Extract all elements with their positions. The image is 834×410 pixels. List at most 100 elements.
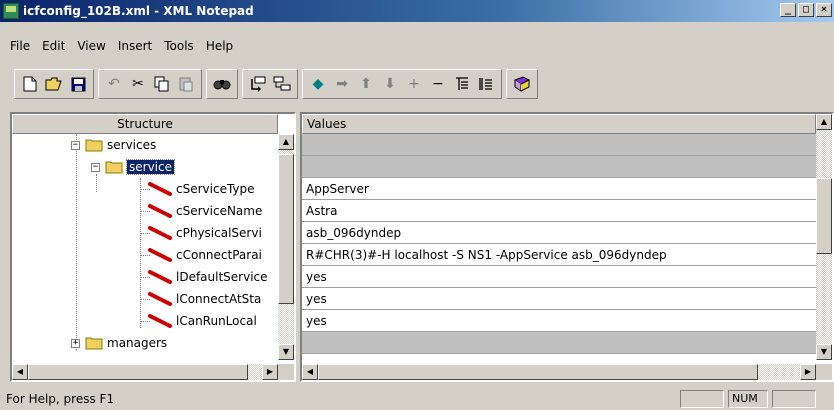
values-vertical-scrollbar[interactable]: ▲ ▼: [816, 114, 832, 360]
structure-vertical-scrollbar[interactable]: ▲ ▼: [278, 134, 294, 360]
tree-node-label: services: [107, 138, 157, 152]
minimize-button[interactable]: _: [780, 3, 796, 17]
scroll-corner: [278, 364, 294, 380]
scroll-thumb[interactable]: [816, 178, 832, 254]
close-button[interactable]: ×: [816, 3, 832, 17]
scroll-up-arrow-icon[interactable]: ▲: [816, 114, 832, 130]
num-lock-indicator: NUM: [728, 390, 768, 408]
values-column-header[interactable]: Values: [302, 114, 816, 134]
structure-column-header[interactable]: Structure: [12, 114, 278, 134]
scroll-down-arrow-icon[interactable]: ▼: [278, 344, 294, 360]
menu-edit[interactable]: Edit: [36, 39, 71, 53]
insert-child-icon[interactable]: [270, 72, 294, 96]
status-text: For Help, press F1: [6, 392, 115, 406]
help-book-icon[interactable]: [510, 72, 534, 96]
menu-help[interactable]: Help: [200, 39, 239, 53]
open-folder-icon[interactable]: [42, 72, 66, 96]
save-icon[interactable]: [66, 72, 90, 96]
value-row[interactable]: AppServer: [302, 178, 816, 200]
scroll-left-arrow-icon[interactable]: ◀: [302, 364, 318, 380]
undo-icon[interactable]: ↶: [102, 72, 126, 96]
attribute-icon: [148, 182, 172, 196]
title-bar[interactable]: icfconfig_102B.xml - XML Notepad _ □ ×: [0, 0, 834, 22]
menu-bar: File Edit View Insert Tools Help: [0, 36, 834, 56]
tree-node-attribute[interactable]: lConnectAtSta: [148, 288, 286, 310]
structure-tree[interactable]: − services − service cServiceType cServi…: [12, 134, 278, 360]
scroll-thumb[interactable]: [318, 364, 758, 380]
value-row[interactable]: yes: [302, 310, 816, 332]
value-row[interactable]: [302, 332, 816, 354]
collapse-all-icon[interactable]: [474, 72, 498, 96]
scroll-down-arrow-icon[interactable]: ▼: [816, 344, 832, 360]
find-icon[interactable]: [210, 72, 234, 96]
tree-node-attribute[interactable]: cServiceName: [148, 200, 286, 222]
menu-tools[interactable]: Tools: [158, 39, 200, 53]
structure-horizontal-scrollbar[interactable]: ◀ ▶: [12, 364, 278, 380]
menu-insert[interactable]: Insert: [112, 39, 158, 53]
scroll-thumb[interactable]: [278, 154, 294, 304]
attribute-icon: [148, 248, 172, 262]
arrow-left-icon[interactable]: ◆: [306, 72, 330, 96]
copy-icon[interactable]: [150, 72, 174, 96]
maximize-button[interactable]: □: [798, 3, 814, 17]
expand-plus-icon[interactable]: +: [402, 72, 426, 96]
scroll-up-arrow-icon[interactable]: ▲: [278, 134, 294, 150]
value-row[interactable]: yes: [302, 266, 816, 288]
new-file-icon[interactable]: [18, 72, 42, 96]
collapse-minus-icon[interactable]: −: [426, 72, 450, 96]
tree-node-label-selected: service: [126, 159, 175, 175]
tree-node-label: managers: [107, 336, 168, 350]
status-bar: For Help, press F1 NUM: [0, 388, 834, 410]
navigate-toolbar-group: ◆ ➡ ⬆ ⬇ + −: [302, 69, 502, 99]
arrow-right-icon[interactable]: ➡: [330, 72, 354, 96]
status-indicator-empty: [772, 390, 816, 408]
tree-node-label: cConnectParai: [176, 248, 262, 262]
tree-node-label: cServiceType: [176, 182, 255, 196]
scroll-left-arrow-icon[interactable]: ◀: [12, 364, 28, 380]
scroll-thumb[interactable]: [28, 364, 248, 380]
menu-view[interactable]: View: [71, 39, 111, 53]
value-row[interactable]: [302, 134, 816, 156]
tree-node-attribute[interactable]: lCanRunLocal: [148, 310, 286, 332]
tree-node-label: lConnectAtSta: [176, 292, 262, 306]
structure-pane[interactable]: Structure − services − service cServiceT…: [10, 112, 296, 382]
help-toolbar-group: [506, 69, 538, 99]
value-row[interactable]: [302, 156, 816, 178]
cut-icon[interactable]: ✂: [126, 72, 150, 96]
tree-node-attribute[interactable]: lDefaultService: [148, 266, 286, 288]
values-pane[interactable]: Values AppServer Astra asb_096dyndep R#C…: [300, 112, 834, 382]
xml-notepad-app-icon[interactable]: [3, 3, 19, 19]
tree-node-managers[interactable]: + managers: [71, 332, 167, 354]
scroll-right-arrow-icon[interactable]: ▶: [800, 364, 816, 380]
expand-all-icon[interactable]: [450, 72, 474, 96]
edit-toolbar-group: ↶ ✂: [98, 69, 202, 99]
status-indicator-empty: [680, 390, 724, 408]
arrow-down-icon[interactable]: ⬇: [378, 72, 402, 96]
value-row[interactable]: yes: [302, 288, 816, 310]
value-row[interactable]: R#CHR(3)#-H localhost -S NS1 -AppService…: [302, 244, 816, 266]
value-row[interactable]: Astra: [302, 200, 816, 222]
tree-node-attribute[interactable]: cConnectParai: [148, 244, 286, 266]
values-grid[interactable]: AppServer Astra asb_096dyndep R#CHR(3)#-…: [302, 134, 816, 354]
insert-element-icon[interactable]: [246, 72, 270, 96]
arrow-up-icon[interactable]: ⬆: [354, 72, 378, 96]
scroll-right-arrow-icon[interactable]: ▶: [262, 364, 278, 380]
tree-node-service[interactable]: − service: [91, 156, 175, 178]
window-title: icfconfig_102B.xml - XML Notepad: [23, 4, 254, 18]
expand-toggle-icon[interactable]: +: [71, 338, 80, 348]
attribute-icon: [148, 204, 172, 218]
tree-node-label: cPhysicalServi: [176, 226, 262, 240]
tree-node-services[interactable]: − services: [71, 134, 156, 156]
collapse-toggle-icon[interactable]: −: [71, 140, 80, 150]
tree-node-attribute[interactable]: cServiceType: [148, 178, 286, 200]
tree-node-attribute[interactable]: cPhysicalServi: [148, 222, 286, 244]
values-horizontal-scrollbar[interactable]: ◀ ▶: [302, 364, 816, 380]
menu-file[interactable]: File: [4, 39, 36, 53]
tree-line: [140, 178, 141, 328]
paste-icon[interactable]: [174, 72, 198, 96]
insert-toolbar-group: [242, 69, 298, 99]
value-row[interactable]: asb_096dyndep: [302, 222, 816, 244]
attribute-icon: [148, 226, 172, 240]
collapse-toggle-icon[interactable]: −: [91, 162, 100, 172]
folder-icon: [85, 337, 103, 350]
